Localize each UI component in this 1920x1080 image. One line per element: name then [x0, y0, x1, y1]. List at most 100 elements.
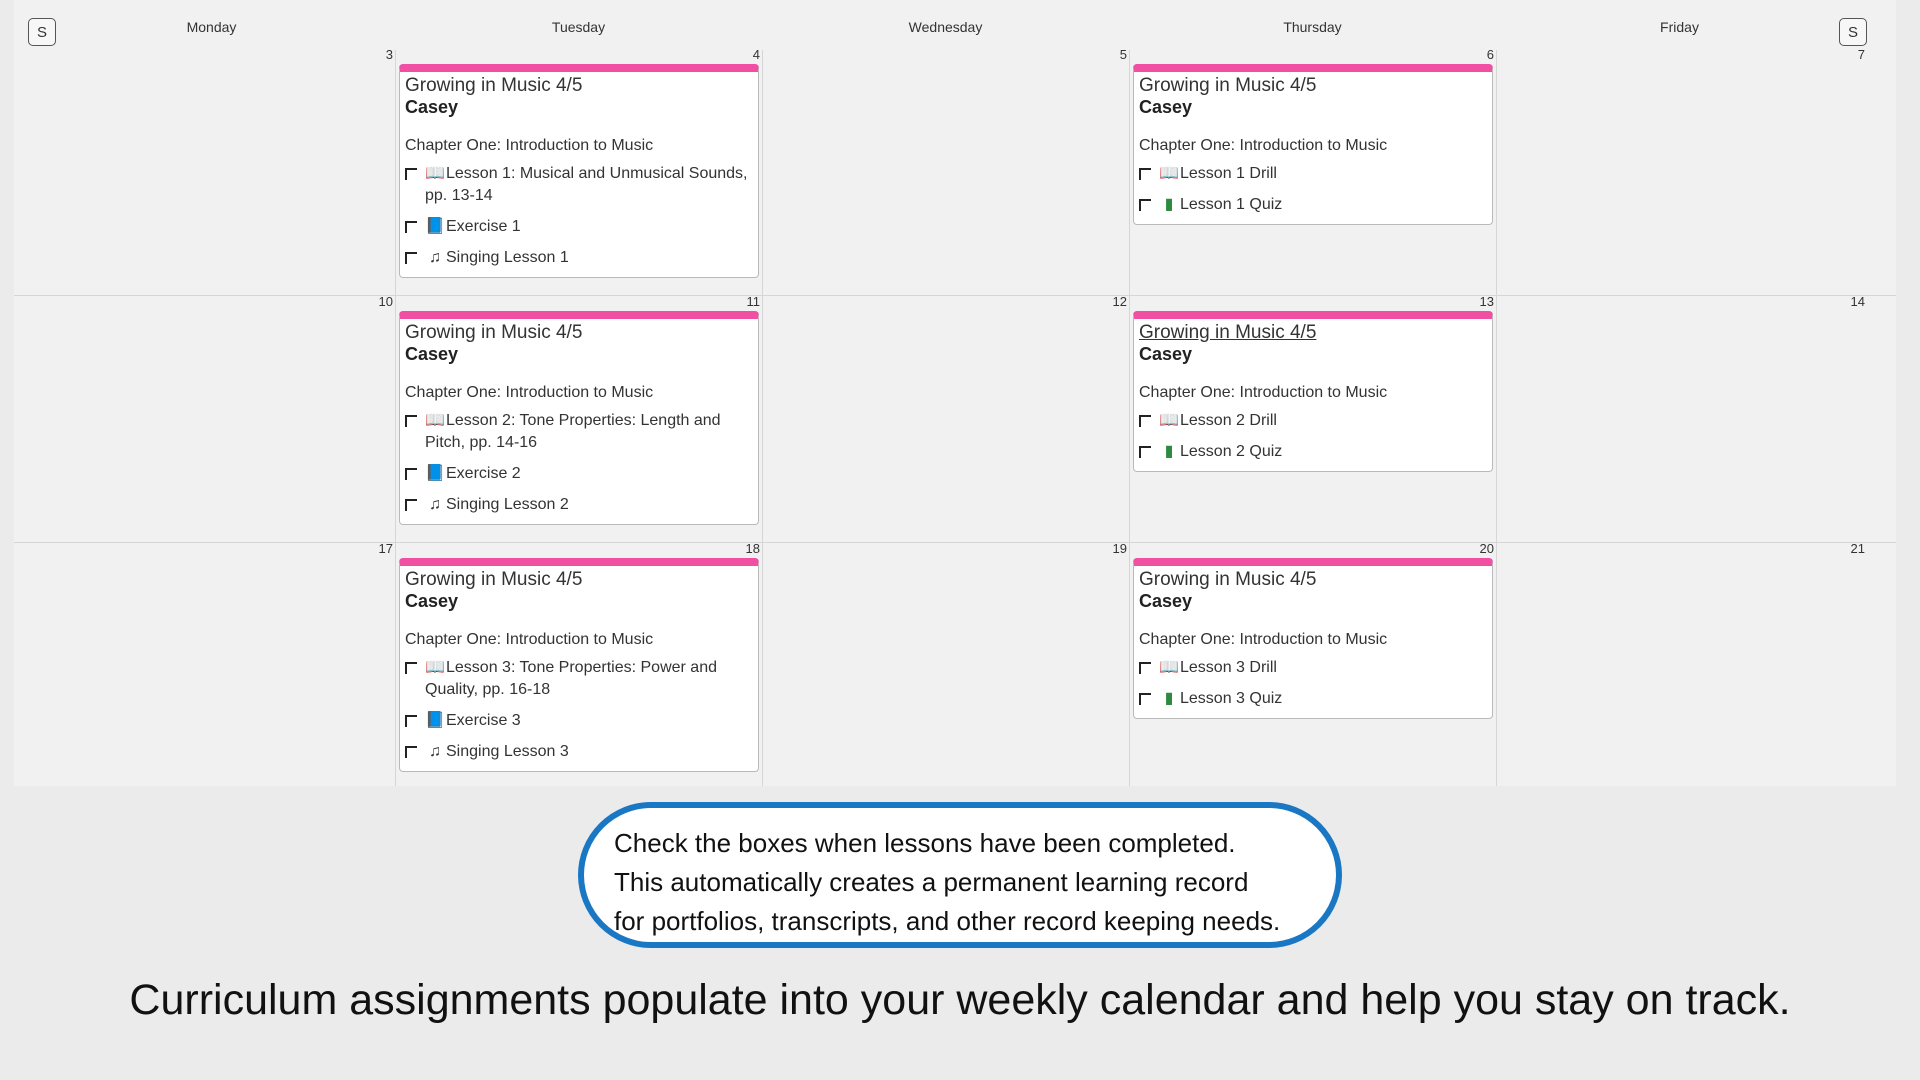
completion-checkbox[interactable]: [405, 221, 417, 233]
assignment-label: ♫ Singing Lesson 3: [425, 741, 569, 763]
music-note-icon: ♫: [429, 743, 441, 760]
event-card[interactable]: Growing in Music 4/5 Casey Chapter One: …: [1133, 558, 1493, 719]
day-divider: [1129, 50, 1130, 786]
completion-checkbox[interactable]: [405, 168, 417, 180]
event-card[interactable]: Growing in Music 4/5 Casey Chapter One: …: [399, 311, 759, 525]
book-icon: 📖: [425, 412, 445, 429]
student-name: Casey: [405, 97, 459, 117]
completion-checkbox[interactable]: [1139, 693, 1151, 705]
weekly-calendar: [14, 0, 1896, 786]
assignment-item: ▮ Lesson 3 Quiz: [1139, 688, 1486, 710]
chapter-heading: Chapter One: Introduction to Music: [1139, 384, 1388, 401]
completion-checkbox[interactable]: [1139, 168, 1151, 180]
book-icon: 📖: [425, 659, 445, 676]
date-number: 20: [1479, 541, 1494, 556]
date-number: 11: [746, 294, 761, 309]
completion-checkbox[interactable]: [405, 252, 417, 264]
assignment-item: ▮ Lesson 2 Quiz: [1139, 441, 1486, 463]
assignment-label: 📘Exercise 3: [425, 710, 521, 732]
book-icon: 📖: [425, 165, 445, 182]
blue-book-icon: 📘: [425, 218, 445, 235]
completion-checkbox[interactable]: [405, 499, 417, 511]
chapter-heading: Chapter One: Introduction to Music: [1139, 631, 1388, 648]
date-number: 4: [752, 47, 760, 62]
completion-checkbox[interactable]: [1139, 415, 1151, 427]
book-icon: 📖: [1159, 412, 1179, 429]
assignment-label: 📘Exercise 2: [425, 463, 521, 485]
date-number: 17: [378, 541, 393, 556]
assignment-label: 📖Lesson 1: Musical and Unmusical Sounds,…: [425, 165, 748, 204]
date-number: 12: [1112, 294, 1127, 309]
chart-icon: ▮: [1164, 196, 1174, 213]
completion-checkbox[interactable]: [405, 715, 417, 727]
day-header-wednesday: Wednesday: [908, 19, 983, 35]
book-icon: 📖: [1159, 659, 1179, 676]
completion-checkbox[interactable]: [405, 662, 417, 674]
assignment-item: 📖Lesson 1: Musical and Unmusical Sounds,…: [405, 163, 752, 207]
event-title[interactable]: Growing in Music 4/5: [405, 75, 752, 97]
promo-caption: Curriculum assignments populate into you…: [129, 976, 1791, 1024]
event-card[interactable]: Growing in Music 4/5 Casey Chapter One: …: [1133, 311, 1493, 472]
completion-checkbox[interactable]: [405, 746, 417, 758]
assignment-item: 📖Lesson 3 Drill: [1139, 657, 1486, 679]
completion-checkbox[interactable]: [405, 468, 417, 480]
week-divider: [14, 295, 1896, 296]
date-number: 6: [1486, 47, 1494, 62]
student-name: Casey: [1139, 344, 1193, 364]
assignment-item: ♫ Singing Lesson 1: [405, 247, 752, 269]
event-card[interactable]: Growing in Music 4/5 Casey Chapter One: …: [399, 64, 759, 278]
date-number: 10: [378, 294, 393, 309]
assignment-item: 📖Lesson 2 Drill: [1139, 410, 1486, 432]
student-name: Casey: [1139, 591, 1193, 611]
completion-checkbox[interactable]: [1139, 446, 1151, 458]
assignment-label: ▮ Lesson 3 Quiz: [1159, 688, 1283, 710]
callout-line: Check the boxes when lessons have been c…: [614, 828, 1236, 858]
music-note-icon: ♫: [429, 249, 441, 266]
day-header-monday: Monday: [186, 19, 237, 35]
event-title[interactable]: Growing in Music 4/5: [405, 569, 752, 591]
chart-icon: ▮: [1164, 690, 1174, 707]
chart-icon: ▮: [1164, 443, 1174, 460]
music-note-icon: ♫: [429, 496, 441, 513]
chapter-heading: Chapter One: Introduction to Music: [405, 384, 654, 401]
event-title[interactable]: Growing in Music 4/5: [1139, 75, 1486, 97]
assignment-label: 📖Lesson 2 Drill: [1159, 410, 1277, 432]
event-card[interactable]: Growing in Music 4/5 Casey Chapter One: …: [399, 558, 759, 772]
event-card[interactable]: Growing in Music 4/5 Casey Chapter One: …: [1133, 64, 1493, 225]
assignment-label: 📖Lesson 2: Tone Properties: Length and P…: [425, 412, 721, 451]
day-header-friday: Friday: [1660, 19, 1699, 35]
date-number: 3: [385, 47, 393, 62]
assignment-item: 📖Lesson 1 Drill: [1139, 163, 1486, 185]
chapter-heading: Chapter One: Introduction to Music: [405, 631, 654, 648]
blue-book-icon: 📘: [425, 465, 445, 482]
callout-line: for portfolios, transcripts, and other r…: [614, 906, 1281, 936]
callout-line: This automatically creates a permanent l…: [614, 867, 1249, 897]
event-title[interactable]: Growing in Music 4/5: [1139, 322, 1486, 344]
assignment-label: 📘Exercise 1: [425, 216, 521, 238]
event-title[interactable]: Growing in Music 4/5: [1139, 569, 1486, 591]
student-name: Casey: [405, 344, 459, 364]
event-title[interactable]: Growing in Music 4/5: [405, 322, 752, 344]
student-name: Casey: [1139, 97, 1193, 117]
day-divider: [1496, 50, 1497, 786]
assignment-item: ♫ Singing Lesson 2: [405, 494, 752, 516]
chapter-heading: Chapter One: Introduction to Music: [405, 137, 654, 154]
date-number: 18: [745, 541, 760, 556]
callout-bubble: Check the boxes when lessons have been c…: [578, 802, 1342, 948]
assignment-item: ♫ Singing Lesson 3: [405, 741, 752, 763]
date-number: 21: [1850, 541, 1865, 556]
completion-checkbox[interactable]: [1139, 199, 1151, 211]
assignment-item: ▮ Lesson 1 Quiz: [1139, 194, 1486, 216]
date-number: 19: [1112, 541, 1127, 556]
assignment-item: 📘Exercise 1: [405, 216, 752, 238]
assignment-label: ▮ Lesson 1 Quiz: [1159, 194, 1283, 216]
date-number: 14: [1850, 294, 1865, 309]
assignment-label: 📖Lesson 3 Drill: [1159, 657, 1277, 679]
book-icon: 📖: [1159, 165, 1179, 182]
completion-checkbox[interactable]: [405, 415, 417, 427]
completion-checkbox[interactable]: [1139, 662, 1151, 674]
chapter-heading: Chapter One: Introduction to Music: [1139, 137, 1388, 154]
day-divider: [762, 50, 763, 786]
day-header-tuesday: Tuesday: [551, 19, 606, 35]
date-number: 13: [1479, 294, 1494, 309]
